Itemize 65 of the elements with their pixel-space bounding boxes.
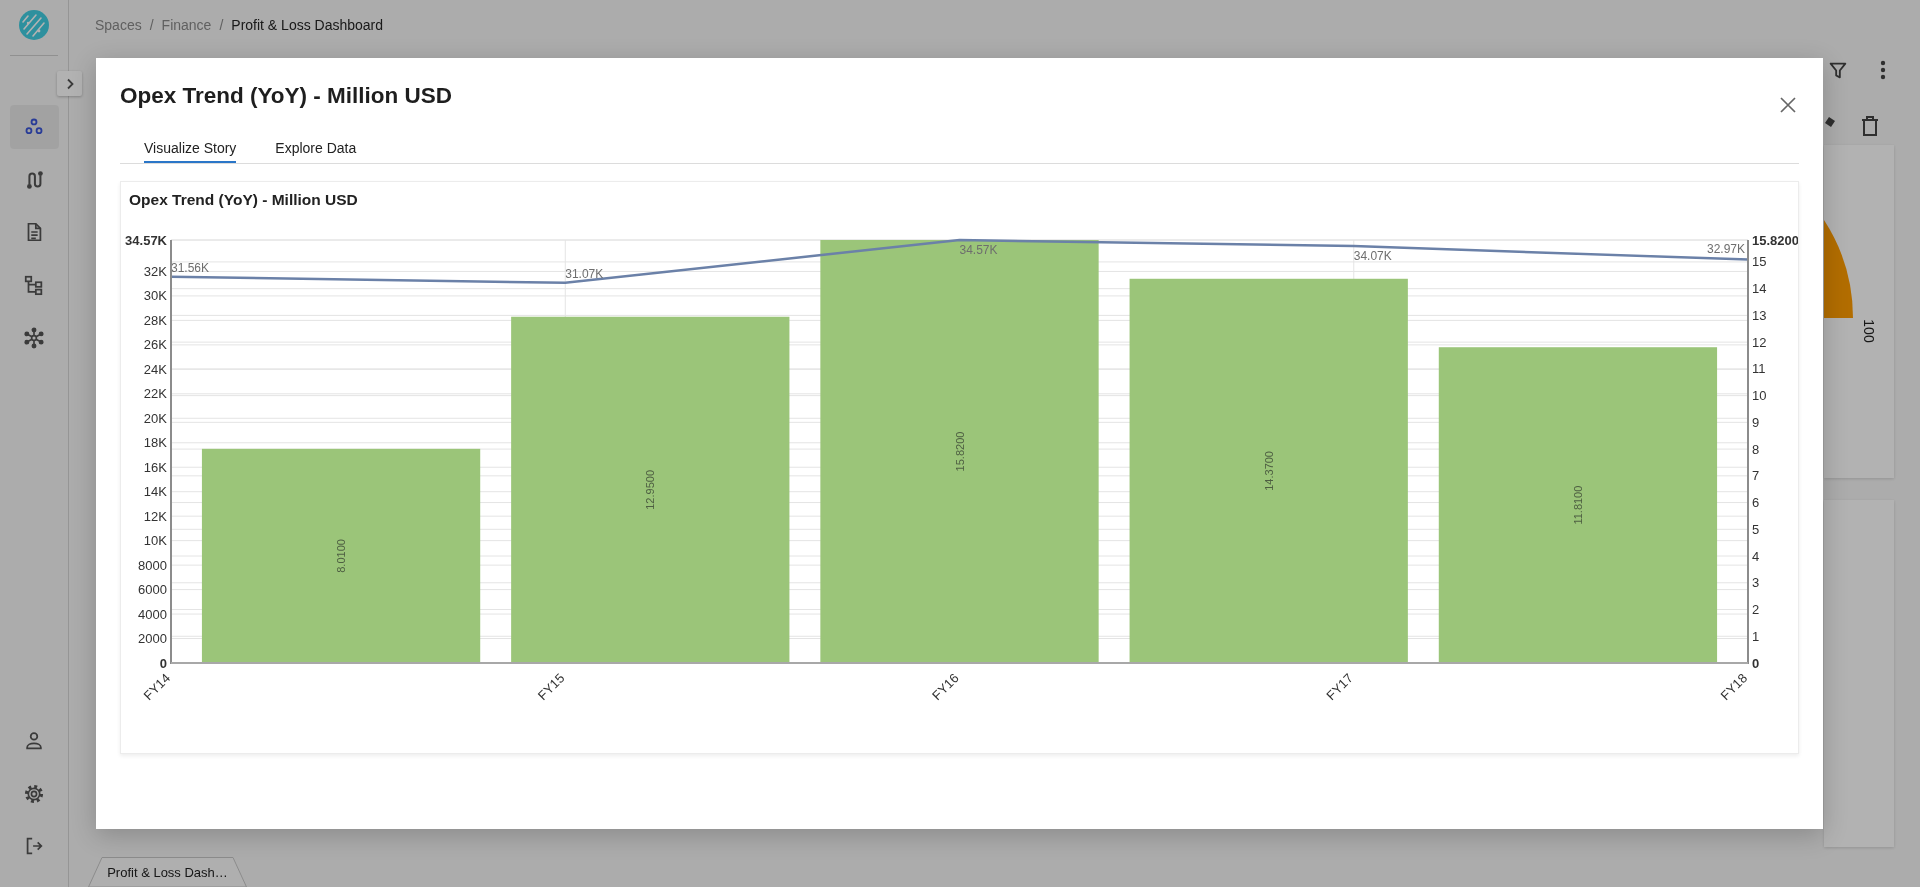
right-axis-tick-label: 10 xyxy=(1752,388,1767,404)
right-axis-tick-label: 0 xyxy=(1752,655,1760,671)
left-axis-tick-label: 0 xyxy=(159,655,167,671)
hierarchy-icon xyxy=(23,274,45,297)
left-axis-tick-label: 28K xyxy=(143,312,167,328)
right-axis-tick-label: 15 xyxy=(1752,254,1767,270)
left-axis-tick-label: 18K xyxy=(143,435,167,451)
left-axis-tick-label: 4000 xyxy=(138,606,167,622)
expand-sidebar-button[interactable] xyxy=(57,71,82,96)
breadcrumb-separator: / xyxy=(219,17,224,33)
tab[interactable]: Visualize Story xyxy=(144,134,237,163)
settings-icon xyxy=(23,782,45,805)
right-axis-tick-label: 2 xyxy=(1752,602,1760,617)
logo-icon xyxy=(19,10,49,40)
more-icon xyxy=(1880,60,1886,80)
network-icon xyxy=(23,326,45,349)
left-axis-tick-label: 2000 xyxy=(138,631,167,647)
modal-title: Opex Trend (YoY) - Million USD xyxy=(120,82,453,110)
right-axis-tick-label: 5 xyxy=(1752,521,1760,537)
left-axis-tick-label: 20K xyxy=(143,410,167,426)
right-axis-tick-label: 12 xyxy=(1752,334,1767,350)
person-icon xyxy=(23,730,45,752)
bar-value-label: 8.0100 xyxy=(335,539,348,573)
right-axis-tick-label: 13 xyxy=(1752,307,1767,323)
left-axis-tick-label: 26K xyxy=(143,337,167,353)
left-axis-tick-label: 34.57K xyxy=(125,232,167,248)
pencil-icon xyxy=(1825,117,1835,127)
chart-title: Opex Trend (YoY) - Million USD xyxy=(128,190,359,210)
right-axis-tick-label: 7 xyxy=(1752,468,1760,484)
left-axis-tick-label: 14K xyxy=(143,484,167,500)
right-axis-tick-label: 1 xyxy=(1752,628,1760,644)
left-axis-tick-label: 30K xyxy=(143,288,167,304)
sidebar-nav-button[interactable] xyxy=(9,105,59,149)
right-axis-tick-label: 15.8200 xyxy=(1752,232,1798,248)
right-axis-tick-label: 9 xyxy=(1752,414,1760,430)
gauge-label: 100 xyxy=(1860,319,1877,343)
page-tab[interactable]: Profit & Loss Dash… xyxy=(88,857,247,887)
left-axis-tick-label: 6000 xyxy=(138,582,167,598)
left-axis-tick-label: 24K xyxy=(143,361,167,377)
bar-value-label: 15.8200 xyxy=(953,431,966,472)
right-axis-tick-label: 6 xyxy=(1752,495,1760,511)
close-icon xyxy=(1780,97,1796,113)
left-axis-tick-label: 22K xyxy=(143,386,167,402)
left-axis-tick-label: 32K xyxy=(143,263,167,279)
right-axis-tick-label: 3 xyxy=(1752,575,1760,591)
bar-value-label: 12.9500 xyxy=(644,470,657,510)
tab[interactable]: Explore Data xyxy=(275,134,357,163)
right-axis-tick-label: 8 xyxy=(1752,441,1760,457)
left-axis-tick-label: 8000 xyxy=(138,557,167,573)
line-value-label: 34.07K xyxy=(1353,249,1392,264)
line-value-label: 32.97K xyxy=(1706,241,1745,256)
right-axis-tick-label: 14 xyxy=(1752,281,1767,297)
breadcrumb-current: Profit & Loss Dashboard xyxy=(231,17,384,33)
line-value-label: 31.56K xyxy=(171,260,210,275)
left-axis-tick-label: 12K xyxy=(143,508,167,524)
left-axis-tick-label: 10K xyxy=(143,533,167,549)
line-value-label: 34.57K xyxy=(959,243,998,257)
line-value-label: 31.07K xyxy=(565,266,604,281)
left-axis-tick-label: 16K xyxy=(143,459,167,475)
bar-value-label: 11.8100 xyxy=(1571,485,1584,525)
right-axis-tick-label: 4 xyxy=(1752,548,1760,564)
bar-value-label: 14.3700 xyxy=(1262,451,1275,491)
trash-icon xyxy=(1860,115,1880,137)
right-axis-tick-label: 11 xyxy=(1752,361,1766,377)
breadcrumb-separator: / xyxy=(149,17,154,33)
